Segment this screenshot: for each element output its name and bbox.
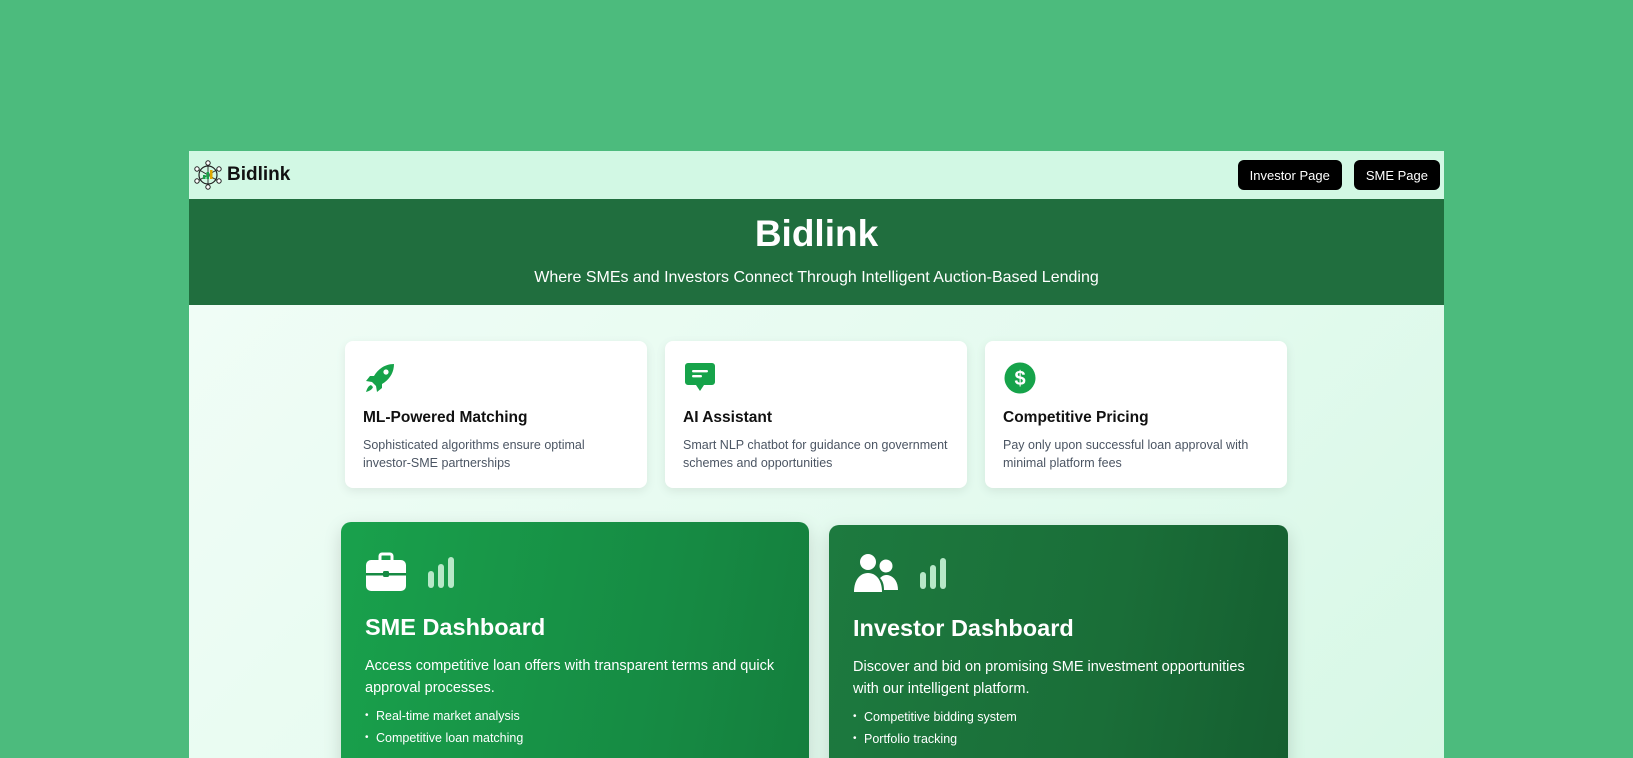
feature-card-ai-assistant: AI Assistant Smart NLP chatbot for guida… — [665, 341, 967, 488]
feature-description: Pay only upon successful loan approval w… — [1003, 438, 1249, 470]
nav-buttons: Investor Page SME Page — [1237, 160, 1440, 190]
users-icon — [854, 554, 898, 592]
feature-card-ml-matching: ML-Powered Matching Sophisticated algori… — [345, 341, 647, 488]
hero-title: Bidlink — [754, 213, 879, 254]
investor-dashboard-card[interactable]: Investor Dashboard Discover and bid on p… — [829, 525, 1288, 758]
dashboard-description: Discover and bid on promising SME invest… — [853, 659, 1245, 697]
investor-page-button[interactable]: Investor Page — [1237, 160, 1342, 190]
feature-title: ML-Powered Matching — [363, 409, 528, 426]
feature-card-pricing: $ Competitive Pricing Pay only upon succ… — [985, 341, 1287, 488]
feature-list: Real-time market analysis Competitive lo… — [365, 709, 785, 745]
feature-description: Smart NLP chatbot for guidance on govern… — [683, 438, 948, 470]
list-item: Portfolio tracking — [853, 732, 1264, 746]
svg-text:$: $ — [1014, 368, 1025, 390]
sme-page-button[interactable]: SME Page — [1353, 160, 1440, 190]
dashboard-icons — [853, 551, 1264, 595]
dashboard-title: Investor Dashboard — [853, 615, 1074, 641]
briefcase-icon — [366, 552, 406, 591]
feature-description: Sophisticated algorithms ensure optimal … — [363, 438, 585, 470]
feature-title: Competitive Pricing — [1003, 409, 1149, 426]
bidlink-logo-icon — [194, 160, 222, 190]
list-item: Real-time market analysis — [365, 709, 785, 723]
main-content: ML-Powered Matching Sophisticated algori… — [189, 305, 1444, 758]
app-window: Bidlink Investor Page SME Page Bidlink W… — [189, 151, 1444, 758]
chat-icon — [685, 363, 715, 391]
dollar-icon: $ — [1004, 362, 1036, 394]
hero-banner: Bidlink Where SMEs and Investors Connect… — [189, 199, 1444, 305]
sme-dashboard-card[interactable]: SME Dashboard Access competitive loan of… — [341, 522, 809, 758]
feature-list: Competitive bidding system Portfolio tra… — [853, 710, 1264, 746]
brand-name: Bidlink — [227, 164, 291, 185]
dashboard-icons — [365, 550, 785, 594]
rocket-icon — [366, 364, 394, 392]
dashboard-title: SME Dashboard — [365, 614, 546, 640]
feature-title: AI Assistant — [683, 409, 773, 426]
signal-bars-icon — [920, 558, 946, 589]
navbar: Bidlink Investor Page SME Page — [189, 151, 1444, 199]
list-item: Competitive loan matching — [365, 731, 785, 745]
list-item: Competitive bidding system — [853, 710, 1264, 724]
hero-subtitle: Where SMEs and Investors Connect Through… — [534, 269, 1099, 286]
brand[interactable]: Bidlink — [193, 160, 290, 190]
dashboard-description: Access competitive loan offers with tran… — [365, 658, 775, 696]
signal-bars-icon — [428, 557, 454, 588]
